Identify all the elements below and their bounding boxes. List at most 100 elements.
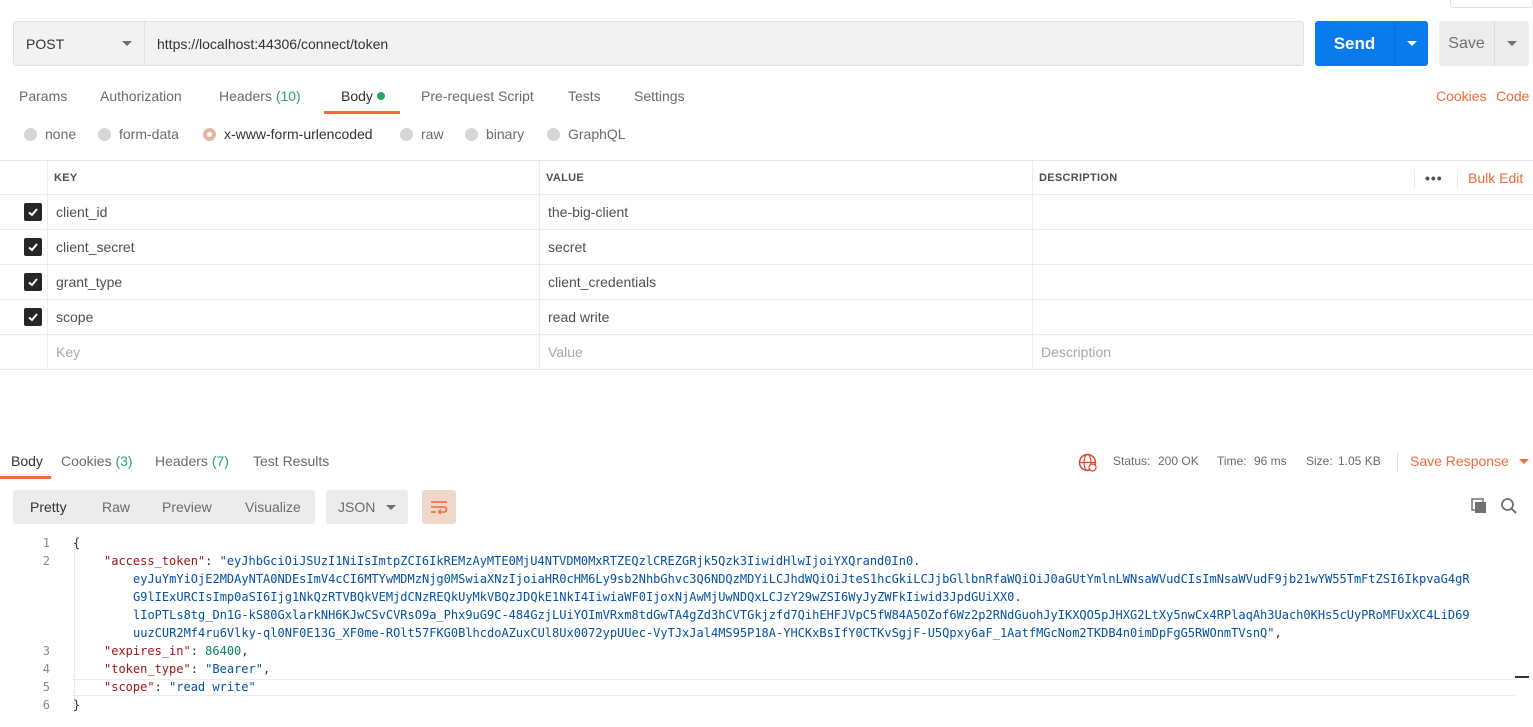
- wrap-lines-button[interactable]: [422, 490, 456, 524]
- radio-graphql[interactable]: GraphQL: [547, 126, 626, 142]
- active-tab-indicator: [324, 111, 400, 114]
- search-icon[interactable]: [1500, 497, 1518, 518]
- new-description-input[interactable]: Description: [1033, 335, 1111, 369]
- line-number: 1: [42, 536, 50, 550]
- radio-none[interactable]: none: [24, 126, 76, 142]
- response-tab-headers-count: (7): [211, 453, 229, 469]
- param-value[interactable]: read write: [540, 300, 609, 334]
- table-header-row: KEY VALUE DESCRIPTION ••• Bulk Edit: [0, 160, 1533, 195]
- row-checkbox[interactable]: [24, 308, 42, 326]
- response-tab-test-results[interactable]: Test Results: [253, 453, 329, 469]
- code-line-access-token: "access_token": "eyJhbGciOiJSUzI1NiIsImt…: [104, 554, 921, 568]
- view-preview[interactable]: Preview: [162, 490, 212, 524]
- line-number: 5: [42, 680, 50, 694]
- save-options-button[interactable]: [1495, 41, 1529, 46]
- response-tab-body[interactable]: Body: [11, 453, 43, 469]
- param-key[interactable]: client_id: [48, 195, 107, 229]
- save-response-button[interactable]: Save Response: [1410, 453, 1529, 469]
- active-tab-indicator: [0, 476, 51, 479]
- horizontal-scroll-marker: [1515, 676, 1529, 678]
- json-string-value: G9lIExURCIsImp0aSI6Ijg1NkQzRTVBQkVEMjdCN…: [133, 590, 1022, 604]
- method-label: POST: [26, 35, 65, 52]
- json-string-value: uuzCUR2Mf4ru6Vlky-ql0NF0E13G_XF0me-ROlt5…: [133, 626, 1275, 640]
- tab-body[interactable]: Body: [341, 88, 385, 104]
- radio-form-data[interactable]: form-data: [98, 126, 179, 142]
- tab-prerequest-script[interactable]: Pre-request Script: [421, 88, 534, 104]
- send-label: Send: [1333, 33, 1376, 53]
- radio-urlencoded[interactable]: x-www-form-urlencoded: [203, 126, 373, 142]
- json-string-value: eyJuYmYiOjE2MDAyNTA0NDEsImV4cCI6MTYwMDMz…: [133, 572, 1470, 586]
- size-label: Size:: [1306, 454, 1333, 468]
- view-raw[interactable]: Raw: [102, 490, 130, 524]
- table-row: client_id the-big-client: [0, 195, 1533, 230]
- column-divider: [1414, 169, 1415, 189]
- radio-icon: [24, 127, 37, 141]
- param-key[interactable]: scope: [48, 300, 93, 334]
- tab-params[interactable]: Params: [19, 88, 67, 104]
- send-button[interactable]: Send: [1315, 21, 1428, 66]
- send-options-button[interactable]: [1395, 41, 1428, 46]
- json-key: "expires_in": [104, 644, 191, 658]
- json-string-value: "read write": [169, 680, 256, 694]
- column-header-description: DESCRIPTION: [1039, 171, 1118, 184]
- status-value[interactable]: 200 OK: [1158, 454, 1199, 468]
- radio-icon: [465, 127, 478, 141]
- new-value-input[interactable]: Value: [540, 335, 583, 369]
- row-checkbox[interactable]: [24, 273, 42, 291]
- modified-dot-icon: [376, 92, 385, 101]
- copy-icon[interactable]: [1470, 497, 1488, 518]
- tab-headers-label: Headers: [219, 88, 272, 104]
- format-select[interactable]: JSON: [326, 490, 408, 524]
- radio-none-label: none: [45, 126, 77, 142]
- json-key: "token_type": [104, 662, 191, 676]
- radio-binary[interactable]: binary: [465, 126, 524, 142]
- chevron-down-icon: [386, 504, 396, 510]
- json-number-value: 86400: [205, 644, 242, 658]
- response-tab-cookies-count: (3): [115, 453, 133, 469]
- param-value[interactable]: the-big-client: [540, 195, 628, 229]
- line-number: 3: [42, 644, 50, 658]
- json-key: "scope": [104, 680, 155, 694]
- line-number: 2: [42, 554, 50, 568]
- column-divider: [1032, 195, 1033, 229]
- open-brace: {: [73, 536, 81, 550]
- save-button[interactable]: Save: [1439, 21, 1529, 66]
- code-link[interactable]: Code: [1496, 88, 1529, 104]
- param-key[interactable]: client_secret: [48, 230, 135, 264]
- tab-authorization[interactable]: Authorization: [100, 88, 182, 104]
- param-key[interactable]: grant_type: [48, 265, 122, 299]
- radio-icon: [400, 127, 413, 141]
- param-value[interactable]: client_credentials: [540, 265, 656, 299]
- row-checkbox[interactable]: [24, 203, 42, 221]
- row-checkbox[interactable]: [24, 238, 42, 256]
- response-tab-headers[interactable]: Headers (7): [155, 453, 229, 469]
- request-tabs: Params Authorization Headers (10) Body P…: [0, 80, 1533, 114]
- tab-headers-count: (10): [275, 88, 301, 104]
- method-select[interactable]: POST: [14, 22, 145, 65]
- tab-headers[interactable]: Headers (10): [219, 88, 301, 104]
- time-value[interactable]: 96 ms: [1254, 454, 1287, 468]
- radio-raw[interactable]: raw: [400, 126, 444, 142]
- new-key-input[interactable]: Key: [48, 335, 80, 369]
- url-input[interactable]: [145, 35, 1303, 52]
- tab-settings[interactable]: Settings: [634, 88, 685, 104]
- column-divider: [1032, 300, 1033, 334]
- view-pretty[interactable]: Pretty: [30, 490, 67, 524]
- view-visualize[interactable]: Visualize: [245, 490, 301, 524]
- cookies-link[interactable]: Cookies: [1436, 88, 1487, 104]
- current-line-highlight: [72, 679, 1515, 696]
- response-tab-cookies-label: Cookies: [61, 453, 112, 469]
- size-value[interactable]: 1.05 KB: [1338, 454, 1381, 468]
- chevron-down-icon: [1406, 41, 1417, 46]
- tab-tests[interactable]: Tests: [568, 88, 601, 104]
- checkmark-icon: [28, 208, 38, 217]
- code-line-expires-in: "expires_in": 86400,: [104, 644, 249, 658]
- radio-binary-label: binary: [486, 126, 525, 142]
- response-tab-cookies[interactable]: Cookies (3): [61, 453, 133, 469]
- response-tab-headers-label: Headers: [155, 453, 208, 469]
- param-value[interactable]: secret: [540, 230, 586, 264]
- bulk-edit-link[interactable]: Bulk Edit: [1468, 161, 1523, 194]
- globe-icon[interactable]: [1078, 453, 1097, 475]
- save-response-label: Save Response: [1410, 453, 1509, 469]
- more-options-icon[interactable]: •••: [1425, 161, 1443, 194]
